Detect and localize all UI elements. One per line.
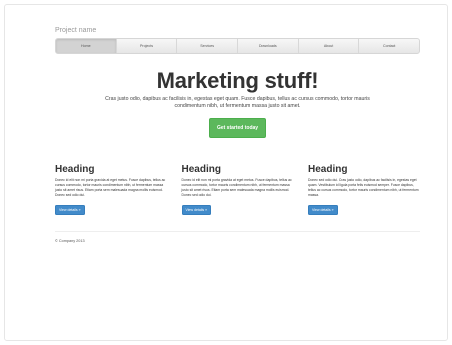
feature-column: Heading Donec id elit non mi porta gravi… [181,164,294,216]
feature-columns: Heading Donec id elit non mi porta gravi… [55,165,420,216]
column-heading: Heading [308,164,348,176]
column-body: Donec id elit non mi porta gravida at eg… [55,178,166,197]
browser-frame: Project name Home Projects Services Down… [4,4,448,341]
view-details-button[interactable]: View details » [55,204,85,215]
view-details-button[interactable]: View details » [181,204,212,215]
column-body: Donec id elit non mi porta gravida at eg… [181,178,292,197]
footer-divider [55,230,420,232]
hero-title: Marketing stuff! [156,68,319,93]
get-started-button[interactable]: Get started today [208,118,267,139]
nav-item-downloads[interactable]: Downloads [238,39,299,53]
column-heading: Heading [181,164,221,176]
project-name[interactable]: Project name [55,27,420,34]
view-details-button[interactable]: View details » [308,204,338,215]
nav-item-contact[interactable]: Contact [359,39,419,53]
nav-item-about[interactable]: About [299,39,360,53]
top-nav: Home Projects Services Downloads About C… [55,38,420,54]
page-container: Project name Home Projects Services Down… [55,27,420,243]
footer-text: © Company 2013 [55,238,85,243]
nav-item-home[interactable]: Home [56,39,117,53]
hero-lead: Cras justo odio, dapibus ac facilisis in… [105,96,370,110]
column-heading: Heading [55,164,95,176]
hero-section: Marketing stuff! Cras justo odio, dapibu… [55,68,420,139]
feature-column: Heading Donec id elit non mi porta gravi… [55,165,167,216]
nav-item-projects[interactable]: Projects [117,39,178,53]
feature-column: Heading Donec sed odio dui. Cras justo o… [308,165,420,216]
column-body: Donec sed odio dui. Cras justo odio, dap… [308,178,419,197]
nav-item-services[interactable]: Services [177,39,239,53]
